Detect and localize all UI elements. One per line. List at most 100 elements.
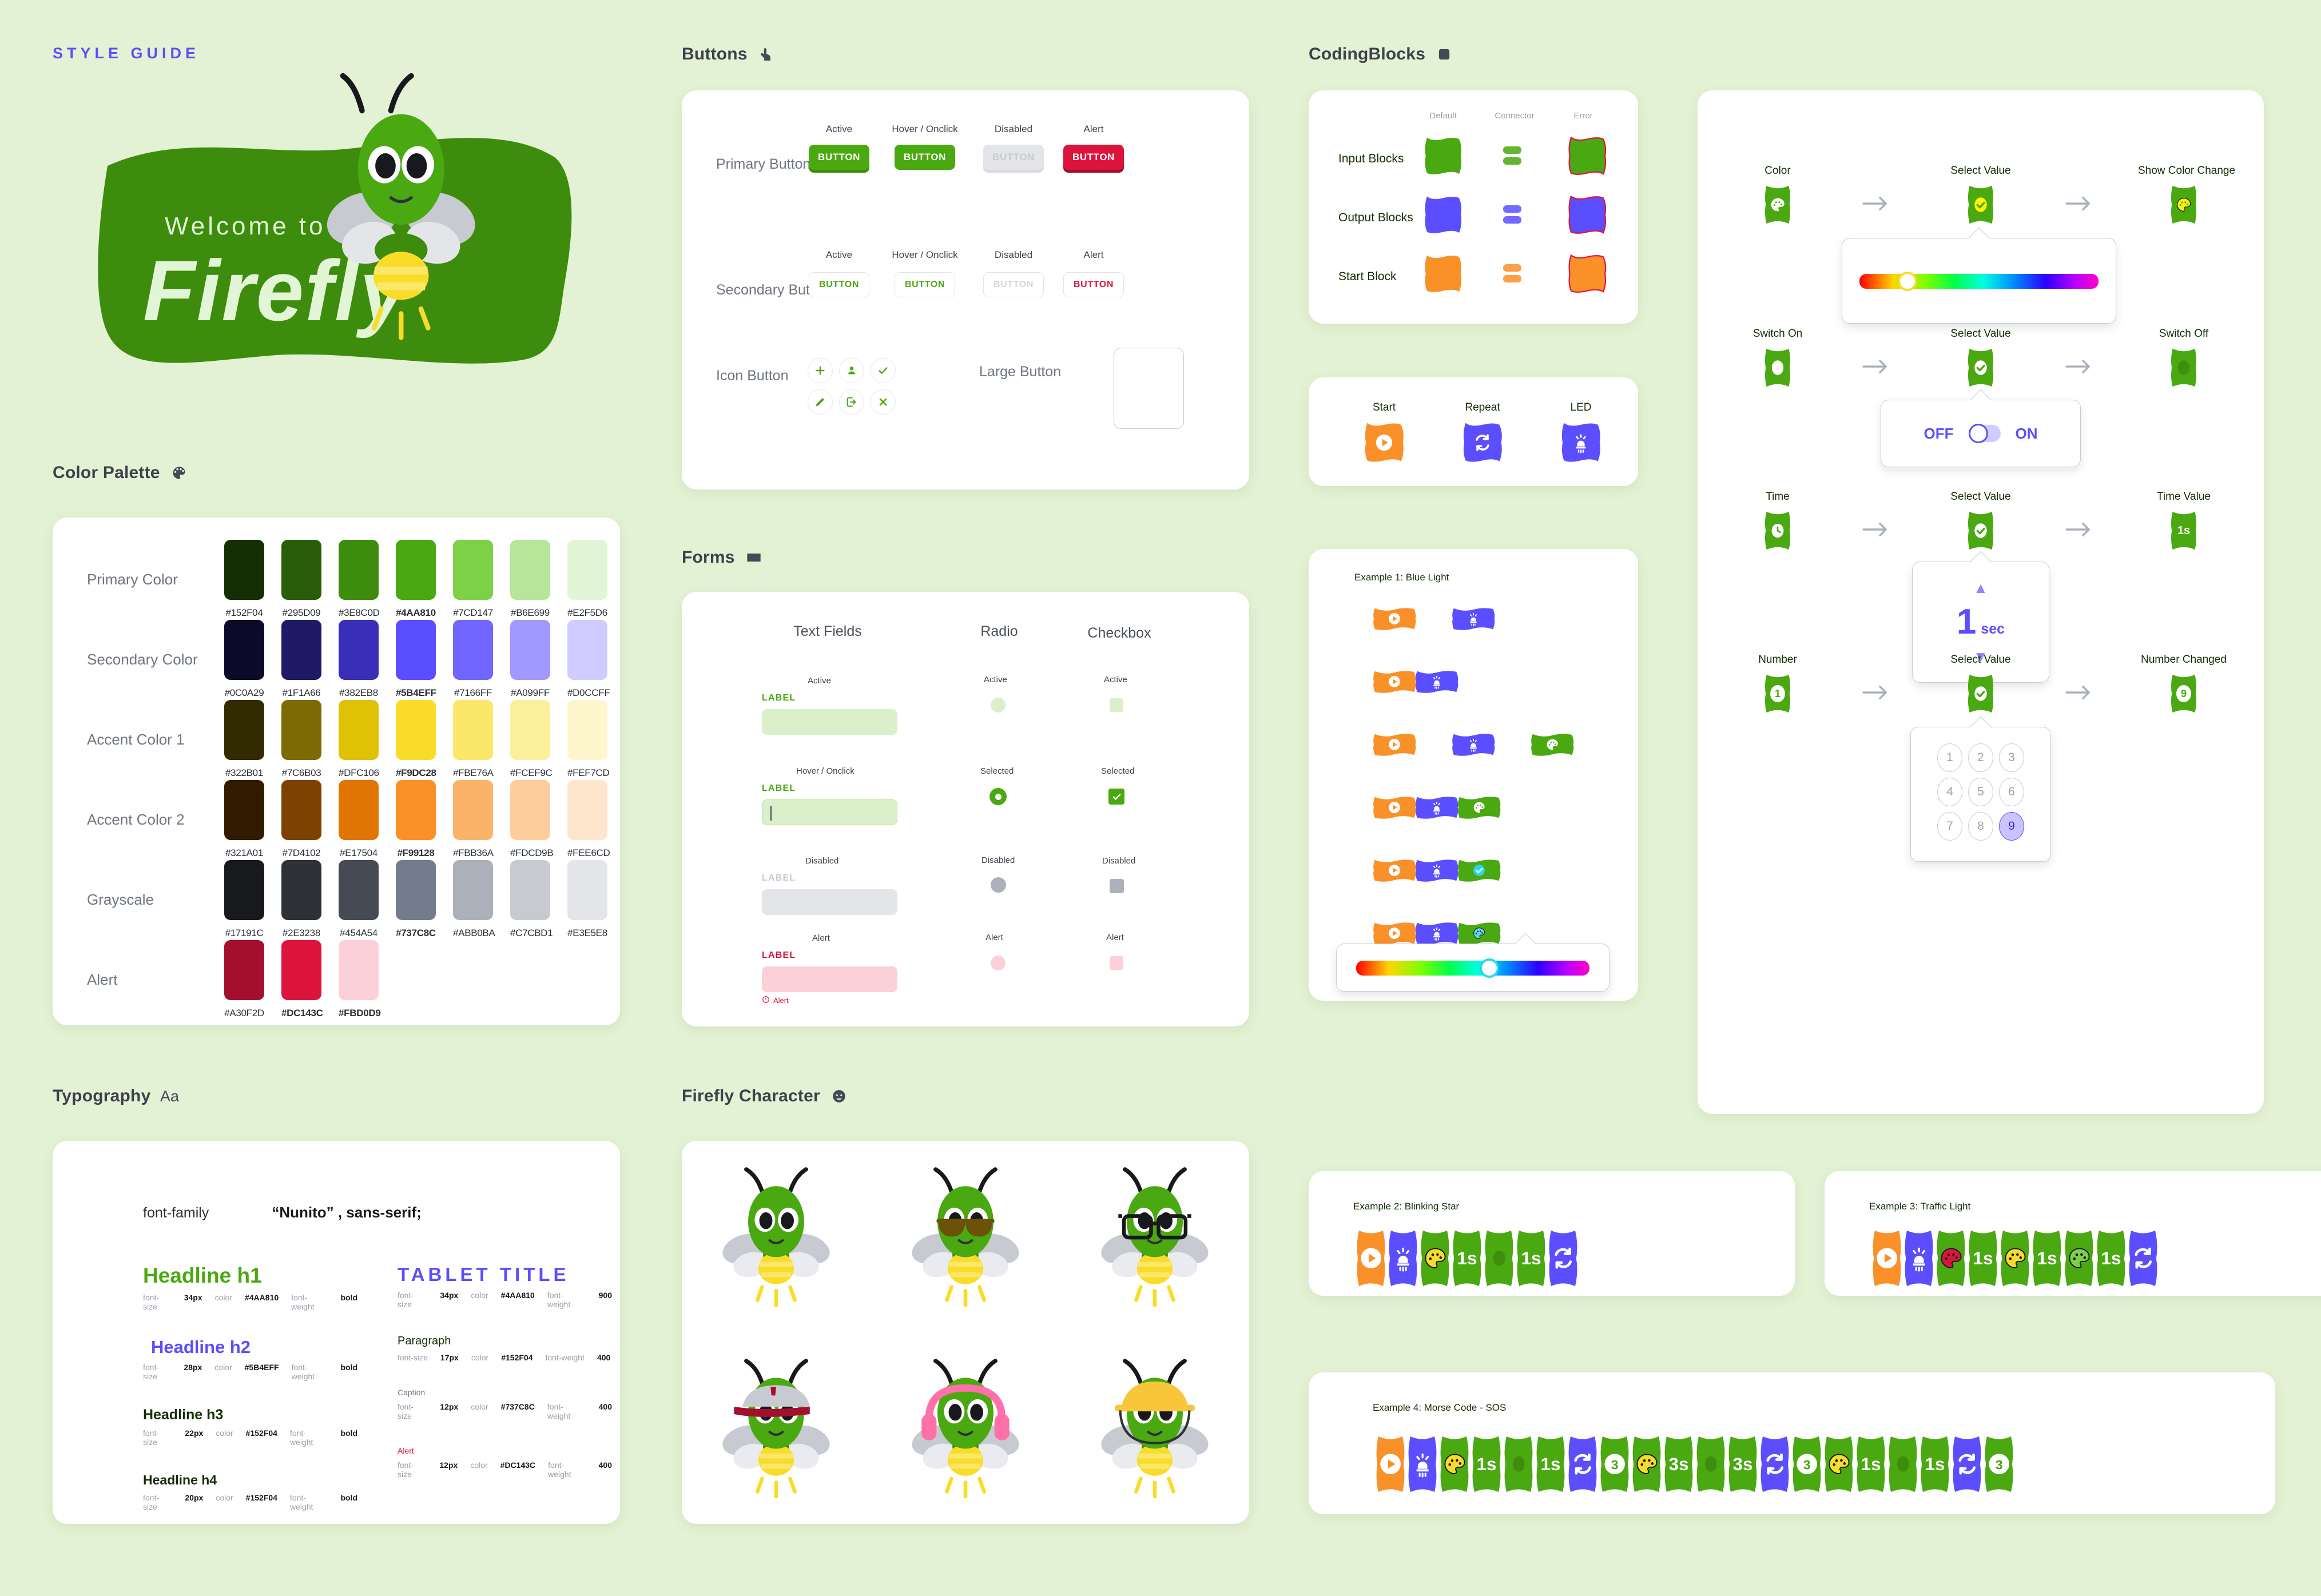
- color-swatch[interactable]: #382EB8: [339, 620, 379, 699]
- primary-button-alert[interactable]: BUTTON: [1063, 145, 1124, 170]
- toggle-popover[interactable]: OFF ON: [1881, 389, 2081, 467]
- code-block[interactable]: [1545, 1228, 1581, 1288]
- code-block[interactable]: 3: [1981, 1434, 2017, 1494]
- color-swatch[interactable]: #454A54: [339, 860, 379, 939]
- toggle-switch[interactable]: [1968, 424, 2001, 443]
- radio-alert[interactable]: [991, 956, 1005, 970]
- code-block-led[interactable]: [1414, 793, 1460, 822]
- code-block[interactable]: [1693, 1434, 1728, 1494]
- primary-button-hover[interactable]: BUTTON: [895, 145, 955, 170]
- block-type-repeat[interactable]: Repeat: [1442, 401, 1523, 465]
- color-swatch[interactable]: #B6E699: [510, 540, 550, 619]
- hue-slider-knob[interactable]: [1897, 272, 1917, 291]
- interaction-result[interactable]: Switch Off: [2138, 328, 2229, 388]
- color-swatch[interactable]: #322B01: [224, 700, 264, 779]
- primary-button-active[interactable]: BUTTON: [809, 145, 869, 170]
- code-block[interactable]: [2125, 1228, 2161, 1288]
- coding-block-connector[interactable]: [1503, 205, 1521, 224]
- color-swatch[interactable]: #2E3238: [281, 860, 321, 939]
- code-block-play[interactable]: [1372, 604, 1417, 634]
- code-block-led[interactable]: [1450, 730, 1496, 759]
- color-swatch[interactable]: #FEE6CD: [567, 780, 610, 859]
- code-block[interactable]: [1501, 1434, 1536, 1494]
- color-swatch[interactable]: #FBB36A: [453, 780, 494, 859]
- coding-block-error[interactable]: [1566, 194, 1608, 239]
- color-swatch[interactable]: #FCEF9C: [510, 700, 553, 779]
- interaction-result[interactable]: Time Value 1s: [2138, 491, 2229, 551]
- code-block-led[interactable]: [1414, 667, 1460, 696]
- code-block-palette[interactable]: [1529, 730, 1575, 759]
- code-block[interactable]: 1s: [1513, 1228, 1549, 1288]
- icon-button-check[interactable]: [871, 358, 896, 383]
- number-key-1[interactable]: 1: [1937, 743, 1962, 772]
- color-swatch[interactable]: #FEF7CD: [567, 700, 610, 779]
- hue-slider-track[interactable]: [1356, 958, 1589, 978]
- color-swatch[interactable]: #FBE76A: [453, 700, 494, 779]
- color-swatch[interactable]: #E2F5D6: [567, 540, 607, 619]
- code-block[interactable]: [1437, 1434, 1472, 1494]
- code-block[interactable]: [1385, 1228, 1421, 1288]
- coding-block-default[interactable]: [1422, 135, 1464, 180]
- code-block-led[interactable]: [1450, 604, 1496, 634]
- color-swatch[interactable]: #ABB0BA: [453, 860, 495, 939]
- code-block[interactable]: [1869, 1228, 1905, 1288]
- interaction-select[interactable]: Select Value: [1935, 491, 2026, 551]
- coding-block-connector[interactable]: [1503, 146, 1521, 165]
- interaction-source[interactable]: Switch On: [1732, 328, 1823, 388]
- color-swatch[interactable]: #7166FF: [453, 620, 493, 699]
- color-swatch[interactable]: #4AA810: [396, 540, 436, 619]
- stepper-increment-button[interactable]: ▲: [1973, 580, 1988, 595]
- code-block-play[interactable]: [1372, 855, 1417, 885]
- code-block[interactable]: 3: [1597, 1434, 1632, 1494]
- icon-button-logout[interactable]: [839, 389, 864, 415]
- interaction-result[interactable]: Number Changed 9: [2138, 654, 2229, 714]
- coding-block-default[interactable]: [1422, 253, 1464, 298]
- code-block-palette[interactable]: [1456, 793, 1502, 822]
- code-block[interactable]: [1405, 1434, 1440, 1494]
- color-swatch[interactable]: #1F1A66: [281, 620, 321, 699]
- color-swatch[interactable]: #0C0A29: [224, 620, 264, 699]
- color-swatch[interactable]: #7C6B03: [281, 700, 321, 779]
- code-block[interactable]: [1821, 1434, 1857, 1494]
- code-block[interactable]: [1949, 1434, 1985, 1494]
- code-block[interactable]: 1s: [1965, 1228, 2001, 1288]
- interaction-select[interactable]: Select Value: [1935, 165, 2026, 225]
- interaction-select[interactable]: Select Value: [1935, 328, 2026, 388]
- secondary-button-alert[interactable]: BUTTON: [1063, 272, 1124, 297]
- radio-selected[interactable]: [989, 788, 1007, 805]
- color-swatch[interactable]: #DFC106: [339, 700, 379, 779]
- number-key-8[interactable]: 8: [1968, 812, 1993, 841]
- code-block[interactable]: 3: [1789, 1434, 1825, 1494]
- code-block-play[interactable]: [1372, 730, 1417, 759]
- number-key-5[interactable]: 5: [1968, 778, 1993, 806]
- code-block-play[interactable]: [1372, 667, 1417, 696]
- secondary-button-active[interactable]: BUTTON: [809, 272, 869, 297]
- icon-button-user[interactable]: [839, 358, 864, 383]
- color-swatch[interactable]: #17191C: [224, 860, 264, 939]
- coding-block-connector[interactable]: [1503, 264, 1521, 282]
- textfield-input-alert[interactable]: [762, 966, 897, 992]
- color-swatch[interactable]: #7CD147: [453, 540, 493, 619]
- number-key-2[interactable]: 2: [1968, 743, 1993, 772]
- color-swatch[interactable]: #152F04: [224, 540, 264, 619]
- coding-block-error[interactable]: [1566, 135, 1608, 180]
- number-key-7[interactable]: 7: [1937, 812, 1962, 841]
- color-swatch[interactable]: #A099FF: [510, 620, 550, 699]
- radio-active[interactable]: [991, 698, 1005, 713]
- coding-block-error[interactable]: [1566, 253, 1608, 298]
- interaction-source[interactable]: Number 1: [1732, 654, 1823, 714]
- number-key-4[interactable]: 4: [1937, 778, 1962, 806]
- color-swatch[interactable]: #D0CCFF: [567, 620, 610, 699]
- code-block[interactable]: [1997, 1228, 2033, 1288]
- code-block[interactable]: 1s: [1853, 1434, 1889, 1494]
- code-block[interactable]: [1629, 1434, 1664, 1494]
- code-block[interactable]: 1s: [1469, 1434, 1504, 1494]
- large-button[interactable]: [1114, 348, 1184, 429]
- code-block[interactable]: [1353, 1228, 1389, 1288]
- hue-slider-track[interactable]: [1859, 272, 2099, 291]
- checkbox-alert[interactable]: [1110, 956, 1123, 970]
- interaction-select[interactable]: Select Value: [1935, 654, 2026, 714]
- code-block[interactable]: 3s: [1661, 1434, 1696, 1494]
- color-swatch[interactable]: #FDCD9B: [510, 780, 554, 859]
- color-swatch[interactable]: #F9DC28: [396, 700, 436, 779]
